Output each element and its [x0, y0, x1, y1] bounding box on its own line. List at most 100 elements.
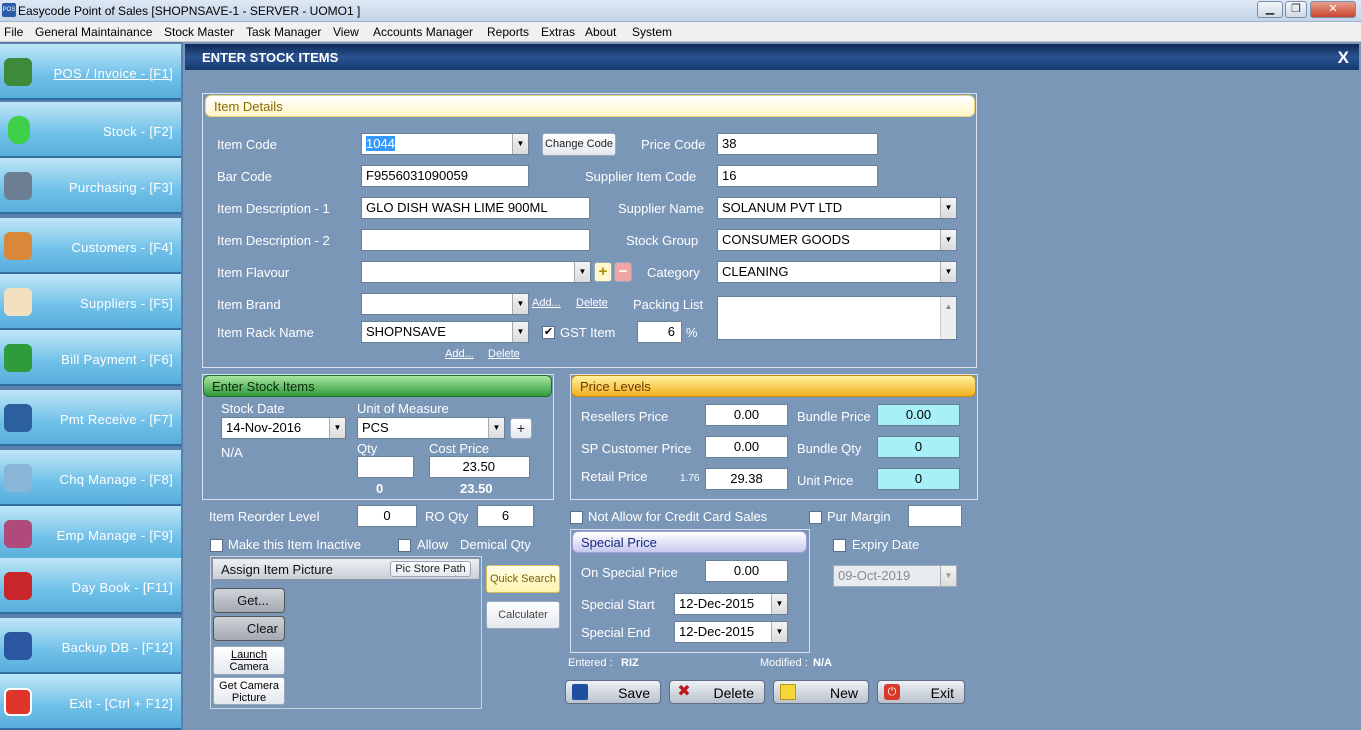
item-brand-label: Item Brand [217, 297, 281, 312]
bundle-qty-field[interactable]: 0 [877, 436, 960, 458]
sidebar-bill-payment[interactable]: Bill Payment - [F6] [0, 330, 181, 386]
minimize-button[interactable]: ▁ [1257, 1, 1283, 18]
sidebar-purchasing[interactable]: Purchasing - [F3] [0, 158, 181, 214]
menu-task-manager[interactable]: Task Manager [246, 25, 321, 39]
save-button[interactable]: Save [565, 680, 661, 704]
item-code-combo[interactable]: 1044 ▼ [361, 133, 529, 155]
unit-of-measure-select[interactable]: PCS ▼ [357, 417, 505, 439]
bundle-price-field[interactable]: 0.00 [877, 404, 960, 426]
launch-camera-button[interactable]: Launch Camera [213, 646, 285, 675]
chevron-down-icon: ▼ [512, 322, 528, 342]
qty-field[interactable] [357, 456, 414, 478]
sidebar-stock[interactable]: Stock - [F2] [0, 102, 181, 158]
calculator-button[interactable]: Calculater [486, 601, 560, 629]
stock-date-picker[interactable]: 14-Nov-2016 ▼ [221, 417, 346, 439]
chevron-down-icon: ▼ [574, 262, 590, 282]
cost-price-field[interactable]: 23.50 [429, 456, 530, 478]
sidebar-day-book[interactable]: Day Book - [F11] [0, 558, 181, 614]
menu-reports[interactable]: Reports [487, 25, 529, 39]
sidebar-suppliers[interactable]: Suppliers - [F5] [0, 274, 181, 330]
special-end-picker[interactable]: 12-Dec-2015 ▼ [674, 621, 788, 643]
change-code-button[interactable]: Change Code [542, 133, 616, 156]
inactive-checkbox[interactable] [210, 539, 223, 552]
item-description-1-field[interactable]: GLO DISH WASH LIME 900ML [361, 197, 590, 219]
add-rack-link[interactable]: Add... [445, 348, 474, 360]
menu-system[interactable]: System [632, 25, 672, 39]
menu-about[interactable]: About [585, 25, 616, 39]
on-special-price-field[interactable]: 0.00 [705, 560, 788, 582]
sidebar-exit[interactable]: Exit - [Ctrl + F12] [0, 674, 181, 730]
close-window-button[interactable]: ✕ [1310, 1, 1356, 18]
remove-flavour-button[interactable]: − [614, 262, 632, 282]
cheque-icon [4, 464, 32, 492]
sp-customer-price-field[interactable]: 0.00 [705, 436, 788, 458]
gst-item-checkbox[interactable]: ✔ [542, 326, 555, 339]
expiry-date-checkbox[interactable] [833, 539, 846, 552]
exit-button[interactable]: ⏻ Exit [877, 680, 965, 704]
menu-stock-master[interactable]: Stock Master [164, 25, 234, 39]
item-rack-name-label: Item Rack Name [217, 325, 314, 340]
supplier-item-code-field[interactable]: 16 [717, 165, 878, 187]
sidebar-emp-manage[interactable]: Emp Manage - [F9] [0, 506, 181, 562]
price-code-field[interactable]: 38 [717, 133, 878, 155]
sidebar-pmt-receive[interactable]: Pmt Receive - [F7] [0, 390, 181, 446]
add-brand-link[interactable]: Add... [532, 297, 561, 309]
item-brand-select[interactable]: ▼ [361, 293, 529, 315]
scrollbar[interactable]: ▲▼ [940, 297, 956, 339]
sidebar-customers[interactable]: Customers - [F4] [0, 218, 181, 274]
item-flavour-select[interactable]: ▼ [361, 261, 591, 283]
delete-x-icon: ✖ [677, 683, 691, 700]
sidebar: POS / Invoice - [F1] Stock - [F2] Purcha… [0, 42, 183, 730]
no-credit-card-checkbox[interactable] [570, 511, 583, 524]
item-reorder-level-field[interactable]: 0 [357, 505, 417, 527]
menu-accounts-manager[interactable]: Accounts Manager [373, 25, 473, 39]
delete-rack-link[interactable]: Delete [488, 348, 520, 360]
get-camera-picture-button[interactable]: Get Camera Picture [213, 677, 285, 705]
menu-file[interactable]: File [4, 25, 23, 39]
sp-customer-price-label: SP Customer Price [581, 441, 692, 456]
unit-price-field[interactable]: 0 [877, 468, 960, 490]
retail-markup: 1.76 [680, 473, 700, 484]
item-rack-name-select[interactable]: SHOPNSAVE ▼ [361, 321, 529, 343]
unit-of-measure-label: Unit of Measure [357, 401, 449, 416]
new-button[interactable]: New [773, 680, 869, 704]
packing-list-field[interactable]: ▲▼ [717, 296, 957, 340]
resellers-price-field[interactable]: 0.00 [705, 404, 788, 426]
cost-price-label: Cost Price [429, 441, 489, 456]
close-form-button[interactable]: X [1309, 48, 1349, 68]
sidebar-backup-db[interactable]: Backup DB - [F12] [0, 618, 181, 674]
menu-view[interactable]: View [333, 25, 359, 39]
chevron-down-icon: ▼ [940, 230, 956, 250]
stock-group-select[interactable]: CONSUMER GOODS ▼ [717, 229, 957, 251]
delete-button[interactable]: ✖ Delete [669, 680, 765, 704]
pic-store-path-button[interactable]: Pic Store Path [390, 561, 471, 577]
get-picture-button[interactable]: Get... [213, 588, 285, 613]
na-label: N/A [221, 445, 243, 460]
decimal-qty-checkbox[interactable] [398, 539, 411, 552]
pur-margin-checkbox[interactable] [809, 511, 822, 524]
quick-search-button[interactable]: Quick Search [486, 565, 560, 593]
item-description-2-field[interactable] [361, 229, 590, 251]
modified-value: N/A [813, 657, 832, 669]
add-uom-button[interactable]: + [510, 418, 532, 439]
add-flavour-button[interactable]: + [594, 262, 612, 282]
menu-extras[interactable]: Extras [541, 25, 575, 39]
sidebar-chq-manage[interactable]: Chq Manage - [F8] [0, 450, 181, 506]
retail-price-field[interactable]: 29.38 [705, 468, 788, 490]
clear-picture-button[interactable]: Clear [213, 616, 285, 641]
menu-general-maintainance[interactable]: General Maintainance [35, 25, 152, 39]
ro-qty-field[interactable]: 6 [477, 505, 534, 527]
restore-button[interactable]: ❐ [1285, 1, 1307, 18]
bundle-price-label: Bundle Price [797, 409, 871, 424]
special-start-picker[interactable]: 12-Dec-2015 ▼ [674, 593, 788, 615]
pur-margin-field[interactable] [908, 505, 962, 527]
bar-code-field[interactable]: F9556031090059 [361, 165, 529, 187]
gst-percent-field[interactable]: 6 [637, 321, 682, 343]
expiry-date-picker[interactable]: 09-Oct-2019 ▼ [833, 565, 957, 587]
item-details-title: Item Details [205, 95, 975, 117]
category-select[interactable]: CLEANING ▼ [717, 261, 957, 283]
price-code-label: Price Code [641, 137, 706, 152]
supplier-name-select[interactable]: SOLANUM PVT LTD ▼ [717, 197, 957, 219]
delete-brand-link[interactable]: Delete [576, 297, 608, 309]
sidebar-pos-invoice[interactable]: POS / Invoice - [F1] [0, 44, 181, 100]
